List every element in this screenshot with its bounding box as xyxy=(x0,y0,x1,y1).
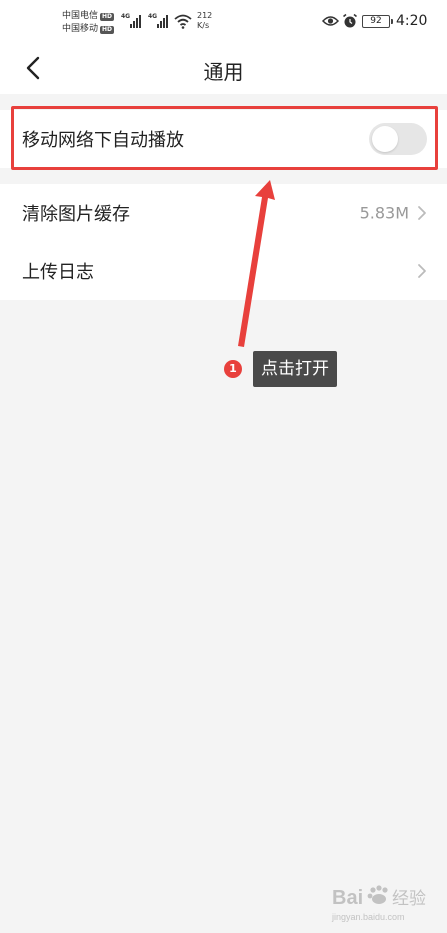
settings-page: 中国电信 HD 中国移动 HD 4G 4G 212 K/s 92 4:20 通用… xyxy=(0,0,447,933)
svg-text:jingyan.baidu.com: jingyan.baidu.com xyxy=(331,912,405,922)
annotation-tooltip: 点击打开 xyxy=(253,351,337,387)
baidu-jingyan-watermark-icon: Bai 经验 jingyan.baidu.com xyxy=(331,885,426,922)
annotation-arrow-icon xyxy=(238,180,275,347)
step-number-badge: 1 xyxy=(224,360,242,378)
svg-text:Bai: Bai xyxy=(332,887,363,909)
svg-text:经验: 经验 xyxy=(392,889,426,909)
